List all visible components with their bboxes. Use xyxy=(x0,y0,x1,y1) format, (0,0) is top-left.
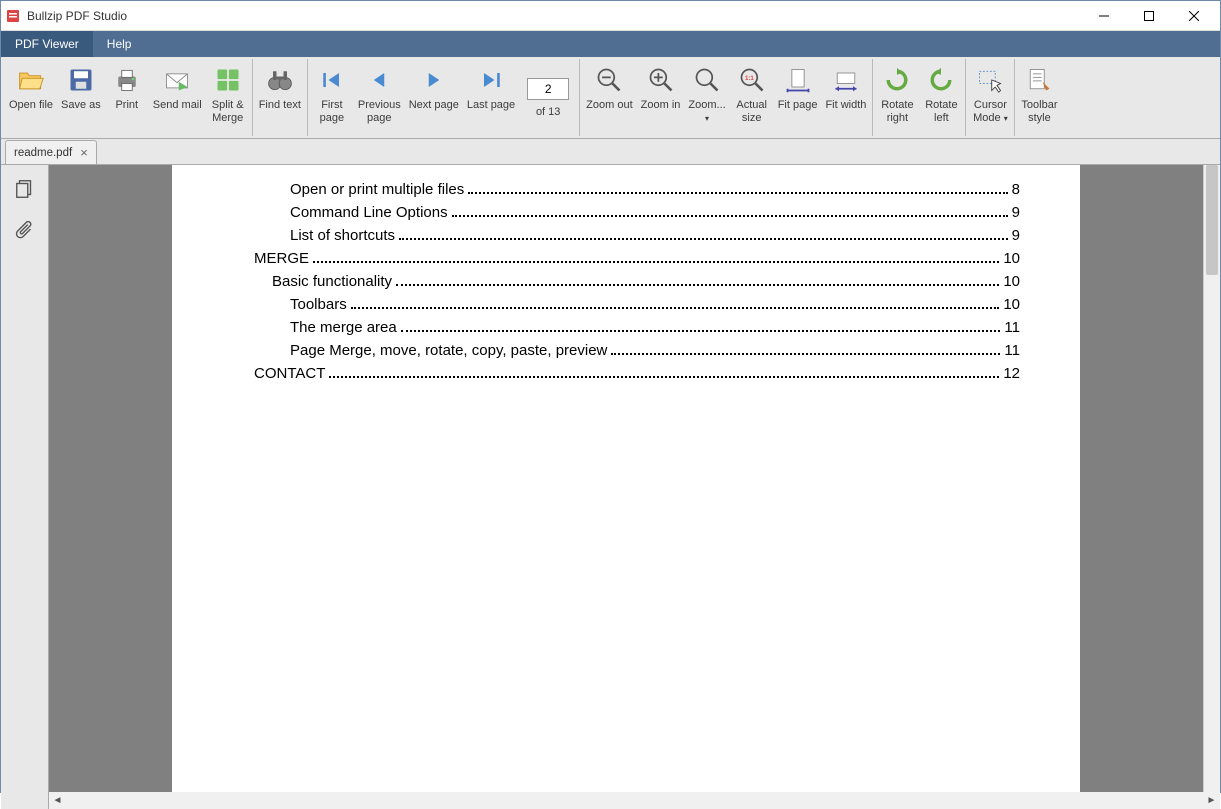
pages-panel-button[interactable] xyxy=(11,175,39,203)
menu-pdf-viewer[interactable]: PDF Viewer xyxy=(1,31,93,57)
page-total-label: of 13 xyxy=(536,106,560,118)
mail-icon xyxy=(163,66,191,94)
minimize-button[interactable] xyxy=(1081,2,1126,30)
vertical-scrollbar[interactable] xyxy=(1203,165,1220,792)
paperclip-icon xyxy=(14,220,36,242)
menu-help[interactable]: Help xyxy=(93,31,146,57)
horizontal-scrollbar-row: ◄ ► xyxy=(1,792,1220,809)
sidebar xyxy=(1,165,49,792)
toc-entry: Page Merge, move, rotate, copy, paste, p… xyxy=(290,342,1020,359)
fit-width-button[interactable]: Fit width xyxy=(821,59,870,136)
split-merge-button[interactable]: Split & Merge xyxy=(206,59,250,136)
toolbar: Open file Save as Print Send mail Split … xyxy=(1,57,1220,139)
scroll-left-arrow[interactable]: ◄ xyxy=(49,795,66,806)
save-icon xyxy=(67,66,95,94)
rotate-left-button[interactable]: Rotate left xyxy=(919,59,963,136)
next-page-button[interactable]: Next page xyxy=(405,59,463,136)
zoom-in-icon xyxy=(647,66,675,94)
document-tab[interactable]: readme.pdf × xyxy=(5,140,97,164)
prev-page-icon xyxy=(365,66,393,94)
page-number-group: of 13 xyxy=(519,59,577,136)
fit-width-icon xyxy=(832,66,860,94)
zoom-dropdown-button[interactable]: Zoom...▾ xyxy=(684,59,729,136)
toc-entry: Basic functionality10 xyxy=(272,273,1020,290)
binoculars-icon xyxy=(266,66,294,94)
toc-entry: List of shortcuts9 xyxy=(290,227,1020,244)
actual-size-icon: 1:1 xyxy=(738,66,766,94)
actual-size-button[interactable]: 1:1 Actual size xyxy=(730,59,774,136)
toolbar-style-icon xyxy=(1025,66,1053,94)
fit-page-button[interactable]: Fit page xyxy=(774,59,822,136)
previous-page-button[interactable]: Previous page xyxy=(354,59,405,136)
viewer: Open or print multiple files8 Command Lin… xyxy=(49,165,1220,792)
rotate-right-button[interactable]: Rotate right xyxy=(875,59,919,136)
toolbar-style-button[interactable]: Toolbar style xyxy=(1017,59,1061,136)
toc-entry: The merge area11 xyxy=(290,319,1020,336)
maximize-button[interactable] xyxy=(1126,2,1171,30)
next-page-icon xyxy=(420,66,448,94)
toc-entry: MERGE10 xyxy=(254,250,1020,267)
tab-filename: readme.pdf xyxy=(14,147,72,159)
rotate-left-icon xyxy=(927,66,955,94)
fit-page-icon xyxy=(784,66,812,94)
send-mail-button[interactable]: Send mail xyxy=(149,59,206,136)
folder-open-icon xyxy=(17,66,45,94)
tabbar: readme.pdf × xyxy=(1,139,1220,165)
pages-icon xyxy=(14,178,36,200)
cursor-mode-button[interactable]: Cursor Mode ▾ xyxy=(968,59,1012,136)
content-area: Open or print multiple files8 Command Lin… xyxy=(1,165,1220,792)
tab-close-button[interactable]: × xyxy=(80,145,88,160)
zoom-out-icon xyxy=(595,66,623,94)
toc-entry: Toolbars10 xyxy=(290,296,1020,313)
find-text-button[interactable]: Find text xyxy=(255,59,305,136)
viewer-canvas[interactable]: Open or print multiple files8 Command Lin… xyxy=(49,165,1203,792)
window-title: Bullzip PDF Studio xyxy=(27,9,1081,23)
menubar: PDF Viewer Help xyxy=(1,31,1220,57)
chevron-down-icon: ▾ xyxy=(1004,114,1008,123)
zoom-out-button[interactable]: Zoom out xyxy=(582,59,636,136)
cursor-icon xyxy=(976,66,1004,94)
svg-text:1:1: 1:1 xyxy=(745,75,754,82)
scroll-right-arrow[interactable]: ► xyxy=(1203,795,1220,806)
toc-entry: Command Line Options9 xyxy=(290,204,1020,221)
close-button[interactable] xyxy=(1171,2,1216,30)
rotate-right-icon xyxy=(883,66,911,94)
first-page-icon xyxy=(318,66,346,94)
page-number-input[interactable] xyxy=(527,78,569,100)
horizontal-scrollbar[interactable]: ◄ ► xyxy=(49,792,1220,809)
toc-entry: CONTACT12 xyxy=(254,365,1020,382)
save-as-button[interactable]: Save as xyxy=(57,59,105,136)
chevron-down-icon: ▾ xyxy=(705,114,709,123)
print-button[interactable]: Print xyxy=(105,59,149,136)
last-page-icon xyxy=(477,66,505,94)
open-file-button[interactable]: Open file xyxy=(5,59,57,136)
attachments-panel-button[interactable] xyxy=(11,217,39,245)
zoom-in-button[interactable]: Zoom in xyxy=(637,59,685,136)
print-icon xyxy=(113,66,141,94)
pdf-page: Open or print multiple files8 Command Lin… xyxy=(172,165,1080,792)
split-merge-icon xyxy=(214,66,242,94)
scrollbar-thumb[interactable] xyxy=(1206,165,1218,275)
last-page-button[interactable]: Last page xyxy=(463,59,519,136)
first-page-button[interactable]: First page xyxy=(310,59,354,136)
toc-entry: Open or print multiple files8 xyxy=(290,181,1020,198)
app-icon xyxy=(5,8,21,24)
titlebar: Bullzip PDF Studio xyxy=(1,1,1220,31)
zoom-icon xyxy=(693,66,721,94)
